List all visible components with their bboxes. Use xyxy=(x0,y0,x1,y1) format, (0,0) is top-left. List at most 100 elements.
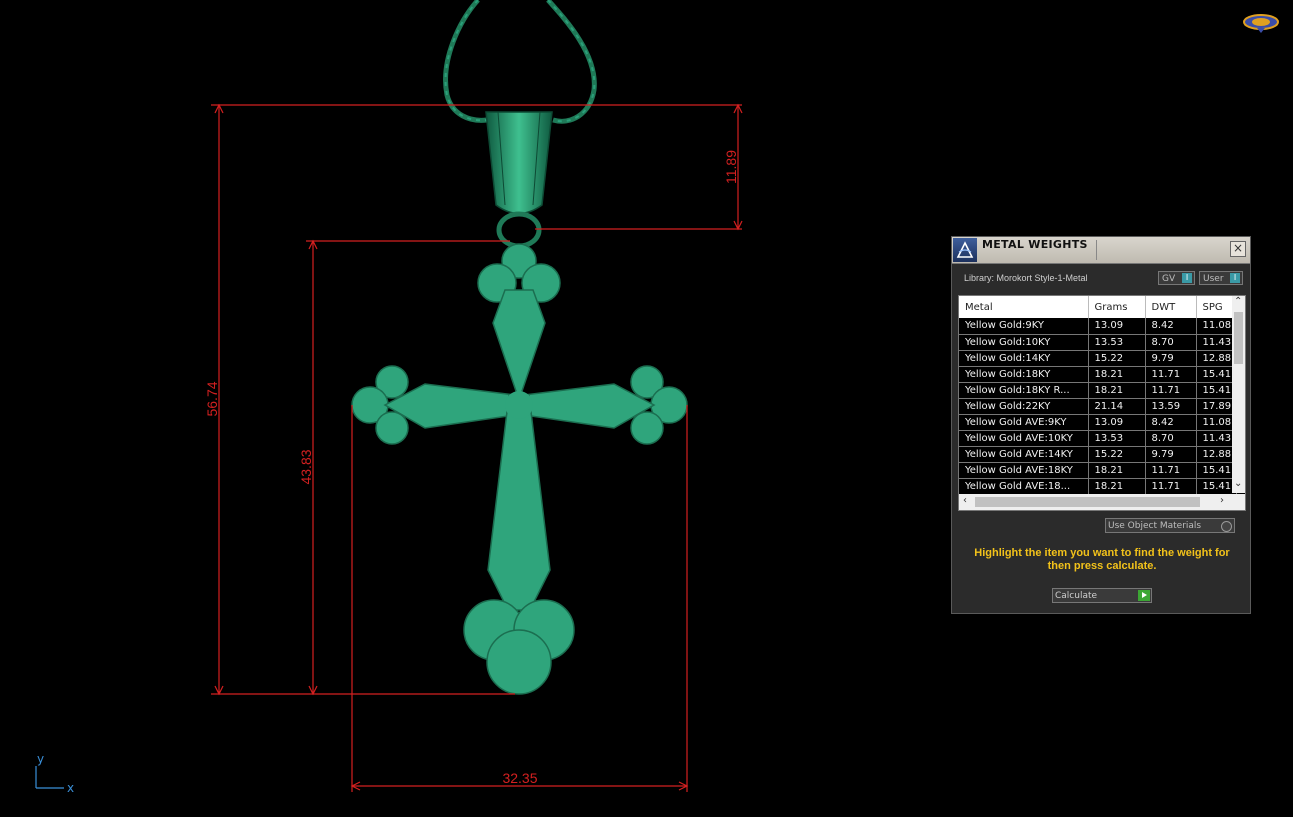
dimension-cross-height: 43.83 xyxy=(298,449,314,484)
table-row[interactable]: Yellow Gold AVE:10KY 13.53 8.70 11.43 xyxy=(959,430,1237,447)
use-object-materials-option[interactable]: Use Object Materials xyxy=(1105,518,1235,533)
cell-metal: Yellow Gold AVE:18... xyxy=(959,478,1089,495)
dimension-lines xyxy=(211,103,743,792)
table-row[interactable]: Yellow Gold:18KY 18.21 11.71 15.41 xyxy=(959,366,1237,383)
title-separator xyxy=(1096,240,1097,260)
cell-grams: 18.21 xyxy=(1088,478,1146,495)
table-row[interactable]: Yellow Gold:22KY 21.14 13.59 17.89 xyxy=(959,398,1237,415)
cell-dwt: 11.71 xyxy=(1145,382,1197,399)
cell-spg: 15.41 xyxy=(1196,462,1237,479)
chain xyxy=(443,0,597,124)
column-header-grams[interactable]: Grams xyxy=(1088,296,1146,318)
cell-grams: 15.22 xyxy=(1088,350,1146,367)
axis-y-label: y xyxy=(37,752,44,766)
cell-spg: 15.41 xyxy=(1196,366,1237,383)
radio-icon[interactable] xyxy=(1221,521,1232,532)
cell-metal: Yellow Gold AVE:10KY xyxy=(959,430,1089,447)
toggle-indicator-icon: I xyxy=(1182,273,1192,283)
dimension-width: 32.35 xyxy=(502,770,537,786)
cell-grams: 15.22 xyxy=(1088,446,1146,463)
cell-grams: 13.09 xyxy=(1088,318,1146,335)
table-row[interactable]: Yellow Gold AVE:14KY 15.22 9.79 12.88 xyxy=(959,446,1237,463)
column-header-spg[interactable]: SPG xyxy=(1196,296,1237,318)
scroll-up-icon[interactable]: ⌃ xyxy=(1234,296,1242,307)
table-row[interactable]: Yellow Gold:9KY 13.09 8.42 11.08 xyxy=(959,318,1237,335)
metal-weights-panel: METAL WEIGHTS × Library: Morokort Style-… xyxy=(951,236,1251,614)
gv-toggle[interactable]: GV I xyxy=(1158,271,1195,285)
cell-grams: 18.21 xyxy=(1088,366,1146,383)
cell-dwt: 9.79 xyxy=(1145,350,1197,367)
scroll-down-icon[interactable]: ⌄ xyxy=(1234,478,1242,489)
cell-metal: Yellow Gold AVE:18KY xyxy=(959,462,1089,479)
column-header-metal[interactable]: Metal xyxy=(959,296,1089,318)
cell-spg: 17.89 xyxy=(1196,398,1237,415)
cell-spg: 15.41 xyxy=(1196,382,1237,399)
table-row[interactable]: Yellow Gold AVE:9KY 13.09 8.42 11.08 xyxy=(959,414,1237,431)
cell-metal: Yellow Gold AVE:14KY xyxy=(959,446,1089,463)
panel-title: METAL WEIGHTS xyxy=(982,238,1088,251)
cell-spg: 11.43 xyxy=(1196,334,1237,351)
play-icon xyxy=(1138,590,1150,601)
cell-dwt: 8.70 xyxy=(1145,430,1197,447)
horizontal-scrollbar[interactable]: ‹ › xyxy=(959,494,1245,510)
scroll-right-icon[interactable]: › xyxy=(1220,495,1224,506)
axis-triad: y x xyxy=(35,752,74,795)
panel-title-bar[interactable]: METAL WEIGHTS × xyxy=(952,237,1250,264)
column-header-dwt[interactable]: DWT xyxy=(1145,296,1197,318)
dimension-total-height: 56.74 xyxy=(204,381,220,416)
table-row[interactable]: Yellow Gold:14KY 15.22 9.79 12.88 xyxy=(959,350,1237,367)
cross-pendant xyxy=(351,243,688,695)
toggle-indicator-icon: I xyxy=(1230,273,1240,283)
horizontal-scroll-thumb[interactable] xyxy=(975,497,1200,507)
cell-metal: Yellow Gold:18KY xyxy=(959,366,1089,383)
cell-grams: 13.09 xyxy=(1088,414,1146,431)
dimension-bail-height: 11.89 xyxy=(723,150,739,184)
table-row[interactable]: Yellow Gold:10KY 13.53 8.70 11.43 xyxy=(959,334,1237,351)
cell-metal: Yellow Gold:22KY xyxy=(959,398,1089,415)
cell-metal: Yellow Gold:18KY R... xyxy=(959,382,1089,399)
table-header-row: Metal Grams DWT SPG xyxy=(959,296,1237,318)
library-label: Library: Morokort Style-1-Metal xyxy=(964,273,1088,283)
gv-toggle-label: GV xyxy=(1162,274,1176,284)
cell-grams: 13.53 xyxy=(1088,334,1146,351)
cell-metal: Yellow Gold:9KY xyxy=(959,318,1089,335)
scroll-left-icon[interactable]: ‹ xyxy=(963,495,967,506)
vertical-scrollbar[interactable]: ⌃ ⌄ xyxy=(1232,296,1245,493)
vertical-scroll-thumb[interactable] xyxy=(1234,312,1243,364)
cell-metal: Yellow Gold AVE:9KY xyxy=(959,414,1089,431)
use-object-materials-label: Use Object Materials xyxy=(1108,521,1202,531)
cell-dwt: 8.42 xyxy=(1145,318,1197,335)
axis-x-label: x xyxy=(67,781,74,795)
cell-metal: Yellow Gold:14KY xyxy=(959,350,1089,367)
close-icon[interactable]: × xyxy=(1230,241,1246,257)
cell-metal: Yellow Gold:10KY xyxy=(959,334,1089,351)
cell-grams: 13.53 xyxy=(1088,430,1146,447)
cell-dwt: 8.42 xyxy=(1145,414,1197,431)
calculate-button[interactable]: Calculate xyxy=(1052,588,1152,603)
cell-dwt: 11.71 xyxy=(1145,366,1197,383)
pendant-bail xyxy=(485,111,553,249)
cell-spg: 11.08 xyxy=(1196,414,1237,431)
cell-dwt: 8.70 xyxy=(1145,334,1197,351)
cell-spg: 12.88 xyxy=(1196,446,1237,463)
metal-table[interactable]: Metal Grams DWT SPG Yellow Gold:9KY 13.09… xyxy=(958,295,1246,511)
cell-spg: 11.43 xyxy=(1196,430,1237,447)
cell-dwt: 9.79 xyxy=(1145,446,1197,463)
cell-dwt: 11.71 xyxy=(1145,462,1197,479)
cell-grams: 18.21 xyxy=(1088,462,1146,479)
cell-grams: 21.14 xyxy=(1088,398,1146,415)
cell-grams: 18.21 xyxy=(1088,382,1146,399)
panel-logo-icon xyxy=(953,238,977,262)
cell-spg: 11.08 xyxy=(1196,318,1237,335)
table-row[interactable]: Yellow Gold AVE:18KY 18.21 11.71 15.41 xyxy=(959,462,1237,479)
cell-spg: 12.88 xyxy=(1196,350,1237,367)
cell-spg: 15.41 xyxy=(1196,478,1237,495)
app-logo-icon[interactable] xyxy=(1242,12,1280,34)
table-row[interactable]: Yellow Gold:18KY R... 18.21 11.71 15.41 xyxy=(959,382,1237,399)
cell-dwt: 13.59 xyxy=(1145,398,1197,415)
calculate-label: Calculate xyxy=(1055,591,1098,601)
user-toggle-label: User xyxy=(1203,274,1224,284)
user-toggle[interactable]: User I xyxy=(1199,271,1243,285)
instruction-text: Highlight the item you want to find the … xyxy=(974,547,1230,572)
table-row[interactable]: Yellow Gold AVE:18... 18.21 11.71 15.41 xyxy=(959,478,1237,495)
